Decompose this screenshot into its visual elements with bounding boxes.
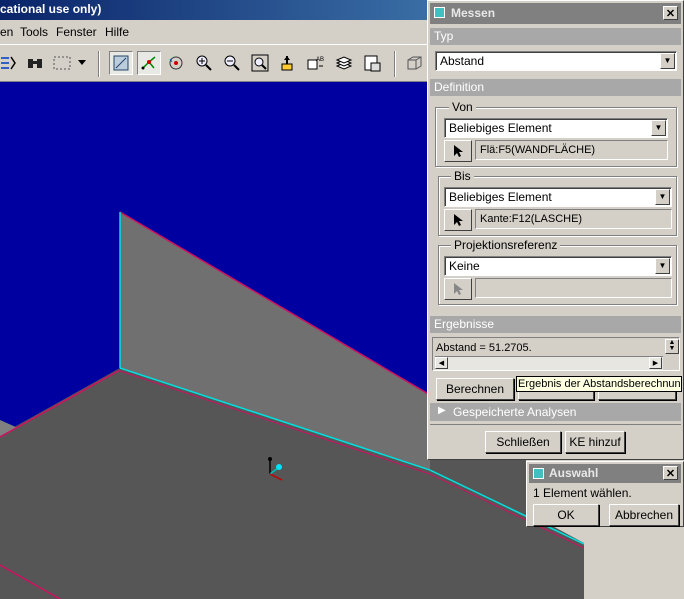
abbrechen-button[interactable]: Abbrechen bbox=[609, 504, 679, 526]
gespeicherte-analysen-header[interactable]: ▶ Gespeicherte Analysen bbox=[430, 403, 681, 421]
chevron-down-icon[interactable]: ▼ bbox=[651, 120, 666, 136]
chevron-down-icon[interactable]: ▼ bbox=[660, 53, 675, 69]
ok-button[interactable]: OK bbox=[533, 504, 599, 526]
menu-item-hilfe[interactable]: Hilfe bbox=[105, 25, 129, 39]
projektion-selection-field[interactable] bbox=[475, 278, 672, 298]
refit-icon[interactable] bbox=[248, 51, 272, 75]
dialog-icon bbox=[533, 468, 544, 479]
auswahl-title: Auswahl bbox=[549, 466, 599, 480]
close-icon[interactable]: ✕ bbox=[663, 6, 678, 20]
bis-select-button[interactable] bbox=[444, 209, 472, 231]
typ-value: Abstand bbox=[440, 54, 485, 68]
window-title: cational use only) bbox=[0, 2, 102, 16]
schliessen-button[interactable]: Schließen bbox=[485, 431, 561, 453]
projektion-filter-select[interactable]: Keine ▼ bbox=[444, 256, 672, 276]
menu-item-ansicht[interactable]: en bbox=[0, 25, 13, 39]
menu-item-tools[interactable]: Tools bbox=[20, 25, 48, 39]
view-mode-icon[interactable] bbox=[109, 51, 133, 75]
auswahl-titlebar[interactable]: Auswahl ✕ bbox=[529, 464, 681, 483]
ke-hinzufuegen-button[interactable]: KE hinzuf bbox=[565, 431, 625, 453]
expand-arrow-icon[interactable]: ▶ bbox=[438, 405, 446, 416]
projektion-filter-value: Keine bbox=[449, 259, 480, 273]
von-filter-value: Beliebiges Element bbox=[449, 121, 552, 135]
von-label: Von bbox=[449, 100, 476, 114]
select-box-icon[interactable] bbox=[50, 51, 74, 75]
projektion-select-button[interactable] bbox=[444, 278, 472, 300]
zoom-out-icon[interactable] bbox=[220, 51, 244, 75]
binoculars-icon[interactable] bbox=[23, 51, 47, 75]
gespeicherte-label: Gespeicherte Analysen bbox=[453, 405, 577, 419]
dropdown-arrow-icon[interactable] bbox=[74, 51, 90, 75]
spin-up-down-icon[interactable]: ▲ ▼ bbox=[665, 339, 679, 354]
typ-section-header: Typ bbox=[430, 28, 681, 45]
typ-select[interactable]: Abstand ▼ bbox=[435, 51, 677, 71]
named-views-icon[interactable]: AB bbox=[304, 51, 328, 75]
bis-filter-select[interactable]: Beliebiges Element ▼ bbox=[444, 187, 672, 207]
viewport-extension bbox=[430, 460, 584, 599]
auswahl-dialog: Auswahl ✕ 1 Element wählen. OK Abbrechen bbox=[526, 461, 684, 527]
messen-dialog: Messen ✕ Typ Abstand ▼ Definition Von Be… bbox=[427, 0, 684, 460]
cursor-arrow-icon bbox=[454, 283, 463, 295]
tooltip: Ergebnis der Abstandsberechnung bbox=[516, 376, 682, 392]
window-titlebar[interactable]: cational use only) bbox=[0, 0, 430, 20]
ergebnisse-section-header: Ergebnisse bbox=[430, 316, 681, 333]
messen-title: Messen bbox=[451, 6, 496, 20]
von-selection-field[interactable]: Flä:F5(WANDFLÄCHE) bbox=[475, 140, 668, 160]
layers-icon[interactable] bbox=[332, 51, 356, 75]
projektion-label: Projektionsreferenz bbox=[451, 238, 561, 252]
repaint-icon[interactable] bbox=[0, 51, 20, 75]
bis-filter-value: Beliebiges Element bbox=[449, 190, 552, 204]
von-filter-select[interactable]: Beliebiges Element ▼ bbox=[444, 118, 668, 138]
spin-center-icon[interactable] bbox=[164, 51, 188, 75]
results-box[interactable]: Abstand = 51.2705. ▲ ▼ ◀ ▶ bbox=[432, 337, 680, 371]
chevron-down-icon[interactable]: ▼ bbox=[655, 189, 670, 205]
berechnen-button[interactable]: Berechnen bbox=[436, 378, 514, 400]
dialog-icon bbox=[434, 7, 445, 18]
bis-label: Bis bbox=[451, 169, 474, 183]
auswahl-message: 1 Element wählen. bbox=[533, 486, 632, 500]
scroll-right-icon[interactable]: ▶ bbox=[649, 357, 662, 369]
menu-bar: en Tools Fenster Hilfe bbox=[0, 20, 430, 45]
horizontal-scrollbar[interactable]: ◀ ▶ bbox=[435, 356, 663, 370]
graphics-viewport[interactable] bbox=[0, 82, 430, 599]
toolbar-separator bbox=[98, 51, 100, 77]
close-icon[interactable]: ✕ bbox=[663, 466, 678, 480]
orient-icon[interactable] bbox=[276, 51, 300, 75]
von-select-button[interactable] bbox=[444, 140, 472, 162]
scroll-left-icon[interactable]: ◀ bbox=[435, 357, 448, 369]
menu-item-fenster[interactable]: Fenster bbox=[56, 25, 97, 39]
cursor-arrow-icon bbox=[454, 214, 463, 226]
model-tree-icon[interactable] bbox=[360, 51, 384, 75]
definition-section-header: Definition bbox=[430, 79, 681, 96]
messen-titlebar[interactable]: Messen ✕ bbox=[430, 3, 681, 24]
display-style-icon[interactable] bbox=[402, 51, 426, 75]
toolbar: AB bbox=[0, 45, 430, 82]
bis-selection-field[interactable]: Kante:F12(LASCHE) bbox=[475, 209, 672, 229]
result-text: Abstand = 51.2705. bbox=[436, 342, 532, 354]
divider bbox=[430, 424, 681, 425]
toolbar-separator bbox=[394, 51, 396, 77]
cursor-arrow-icon bbox=[454, 145, 463, 157]
zoom-in-icon[interactable] bbox=[192, 51, 216, 75]
background-panel bbox=[584, 527, 684, 599]
chevron-down-icon[interactable]: ▼ bbox=[655, 258, 670, 274]
datum-points-icon[interactable] bbox=[137, 51, 161, 75]
svg-text:AB: AB bbox=[316, 57, 324, 63]
